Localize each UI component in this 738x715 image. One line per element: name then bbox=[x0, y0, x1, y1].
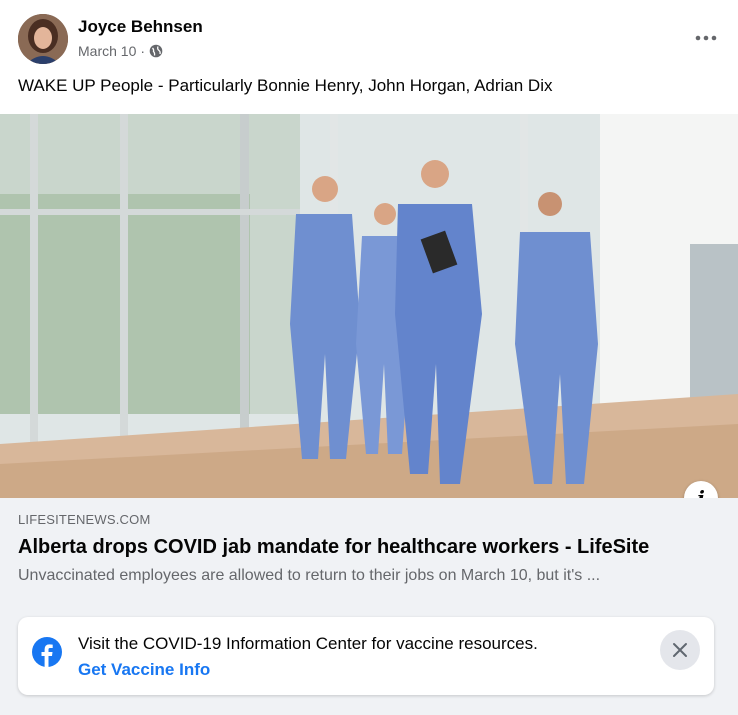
get-vaccine-info-link[interactable]: Get Vaccine Info bbox=[78, 660, 210, 680]
link-title[interactable]: Alberta drops COVID jab mandate for heal… bbox=[18, 536, 649, 559]
covid-banner-text: Visit the COVID-19 Information Center fo… bbox=[78, 634, 538, 653]
avatar[interactable] bbox=[18, 14, 68, 64]
covid-info-banner: Visit the COVID-19 Information Center fo… bbox=[18, 617, 714, 695]
author-name[interactable]: Joyce Behnsen bbox=[78, 17, 203, 37]
link-preview-image[interactable] bbox=[0, 114, 738, 498]
post-date[interactable]: March 10 bbox=[78, 43, 136, 59]
globe-icon bbox=[149, 44, 163, 58]
link-domain: LIFESITENEWS.COM bbox=[18, 512, 151, 527]
link-preview[interactable]: LIFESITENEWS.COM Alberta drops COVID jab… bbox=[0, 498, 738, 596]
link-description: Unvaccinated employees are allowed to re… bbox=[18, 567, 601, 584]
close-icon[interactable] bbox=[660, 630, 700, 670]
facebook-logo-icon bbox=[32, 637, 62, 667]
post-card: Joyce Behnsen March 10 · WAKE UP People … bbox=[0, 0, 738, 596]
post-text: WAKE UP People - Particularly Bonnie Hen… bbox=[18, 76, 553, 95]
post-meta: March 10 · bbox=[78, 43, 163, 59]
post-header: Joyce Behnsen March 10 · bbox=[18, 14, 728, 66]
more-options-icon[interactable] bbox=[688, 24, 724, 52]
meta-separator: · bbox=[140, 43, 146, 59]
